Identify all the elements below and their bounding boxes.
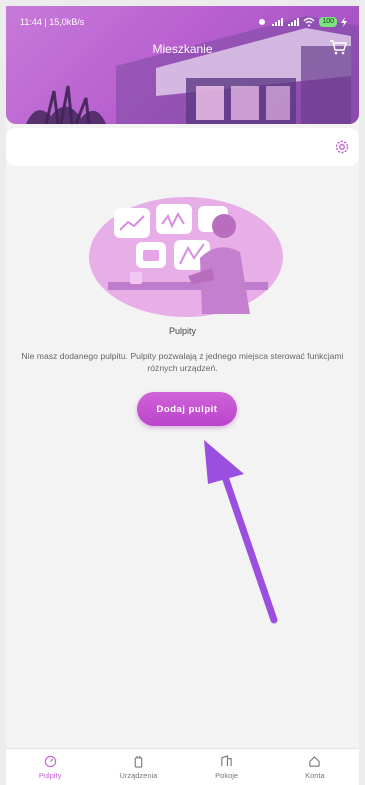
nav-label-rooms: Pokoje — [215, 771, 239, 780]
cart-icon[interactable] — [329, 38, 347, 56]
rooms-icon — [221, 755, 232, 767]
home-account-icon — [309, 756, 321, 767]
nav-label-accounts: Konta — [305, 771, 325, 780]
wifi-icon — [303, 17, 315, 27]
nav-label-devices: Urządzenia — [119, 771, 158, 780]
empty-state-title: Pulpity — [168, 326, 196, 336]
nav-item-rooms[interactable]: Pokoje — [183, 749, 271, 785]
gear-icon[interactable] — [333, 138, 351, 156]
pointer-arrow-icon — [204, 440, 278, 624]
home-title[interactable]: Mieszkanie — [6, 42, 359, 56]
charging-icon — [341, 17, 347, 27]
add-dashboard-button[interactable]: Dodaj pulpit — [137, 392, 237, 426]
device-icon — [134, 755, 143, 768]
dashboards-illustration — [89, 197, 283, 317]
nav-item-accounts[interactable]: Konta — [271, 749, 359, 785]
header-banner: 11:44 | 15,0kB/s 100 Mieszkanie — [6, 6, 359, 124]
signal-icon — [272, 18, 284, 26]
nav-label-dashboards: Pulpity — [38, 771, 62, 780]
dashboard-icon — [44, 755, 56, 768]
app-screen: 11:44 | 15,0kB/s 100 Mieszkanie Pulpity … — [6, 6, 359, 785]
location-icon — [259, 19, 266, 25]
bottom-navigation: Pulpity Urządzenia Pokoje Konta — [6, 748, 359, 785]
settings-bar — [6, 128, 359, 166]
status-bar: 11:44 | 15,0kB/s 100 — [20, 15, 347, 29]
nav-item-devices[interactable]: Urządzenia — [94, 749, 182, 785]
empty-state-description: Nie masz dodanego pulpitu. Pulpity pozwa… — [21, 351, 344, 373]
nav-item-dashboards[interactable]: Pulpity — [6, 749, 94, 785]
status-time-speed: 11:44 | 15,0kB/s — [20, 17, 85, 27]
signal-icon-2 — [288, 18, 300, 26]
battery-indicator: 100 — [319, 17, 337, 27]
